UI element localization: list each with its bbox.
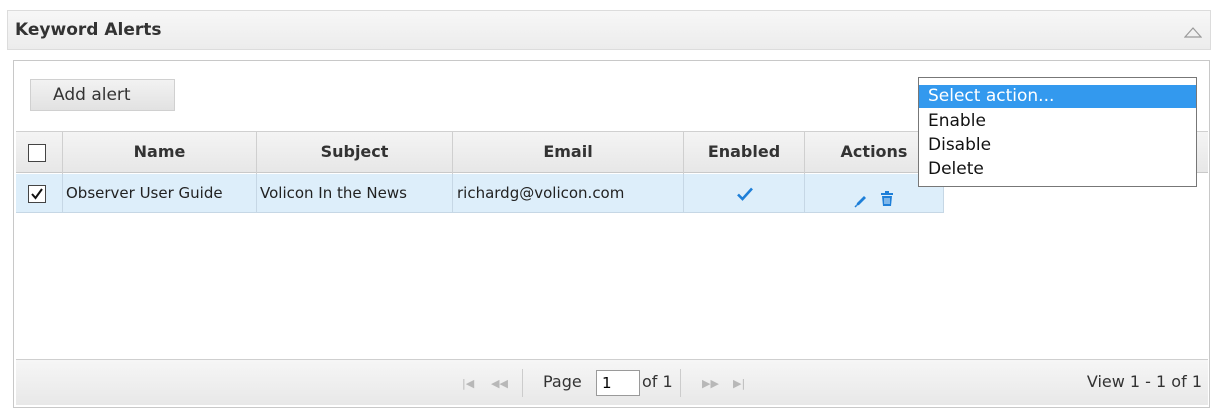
add-alert-button[interactable]: Add alert: [30, 79, 175, 111]
column-header-subject[interactable]: Subject: [257, 132, 453, 174]
action-select-dropdown[interactable]: Select action... Enable Disable Delete: [918, 77, 1197, 187]
action-option-enable[interactable]: Enable: [919, 110, 1196, 133]
cell-email: richardg@volicon.com: [453, 174, 684, 213]
page-of-label: of 1: [642, 372, 673, 391]
panel-title: Keyword Alerts: [15, 20, 162, 40]
trash-icon[interactable]: [879, 184, 895, 206]
action-option-disable[interactable]: Disable: [919, 134, 1196, 157]
last-page-icon[interactable]: ▶|: [733, 377, 745, 390]
action-option-select[interactable]: Select action...: [919, 85, 1196, 108]
column-header-enabled[interactable]: Enabled: [684, 132, 805, 174]
header-select-all-cell: [16, 132, 63, 174]
select-all-checkbox[interactable]: [28, 144, 46, 162]
page-label: Page: [543, 372, 582, 391]
next-page-icon[interactable]: ▶▶: [702, 377, 719, 390]
column-header-name[interactable]: Name: [63, 132, 257, 174]
cell-enabled: [684, 174, 805, 213]
pager-separator: [522, 369, 523, 397]
first-page-icon[interactable]: |◀: [462, 377, 474, 390]
action-option-delete[interactable]: Delete: [919, 158, 1196, 181]
pager-separator: [680, 369, 681, 397]
previous-page-icon[interactable]: ◀◀: [491, 377, 508, 390]
view-count-label: View 1 - 1 of 1: [1086, 372, 1202, 391]
row-select-cell: [16, 174, 63, 213]
cell-subject: Volicon In the News: [257, 174, 453, 213]
cell-name: Observer User Guide: [63, 174, 257, 213]
row-checkbox[interactable]: [28, 185, 46, 203]
panel-header: Keyword Alerts: [7, 10, 1211, 50]
page-number-input[interactable]: [596, 370, 640, 396]
column-header-email[interactable]: Email: [453, 132, 684, 174]
edit-pencil-icon[interactable]: [853, 185, 869, 208]
table-row[interactable]: Observer User Guide Volicon In the News …: [16, 174, 944, 213]
enabled-check-icon: [737, 187, 753, 201]
